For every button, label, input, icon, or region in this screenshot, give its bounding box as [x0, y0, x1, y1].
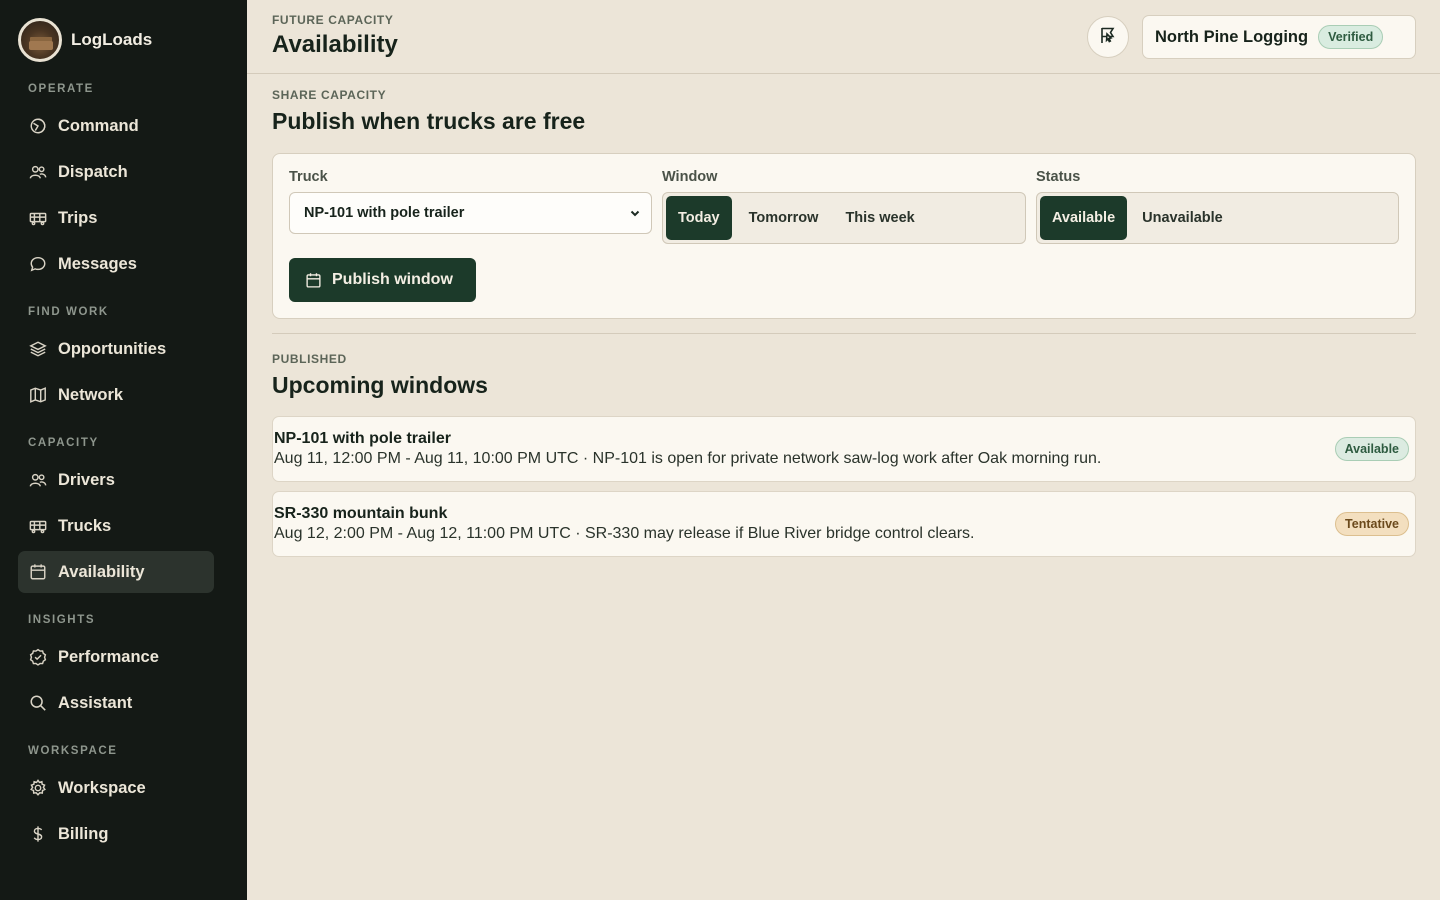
window-segmented-control: Today Tomorrow This week [662, 192, 1026, 244]
window-label: Window [662, 169, 718, 185]
dollar-icon [28, 824, 48, 844]
sidebar-item-label: Trucks [58, 516, 112, 535]
main-content: SHARE CAPACITY Publish when trucks are f… [247, 74, 1440, 900]
sidebar-item-label: Assistant [58, 693, 133, 712]
share-title: Publish when trucks are free [272, 108, 586, 134]
users-icon [28, 470, 48, 490]
calendar-icon [306, 272, 321, 288]
publish-window-label: Publish window [332, 271, 453, 288]
brand[interactable]: LogLoads [18, 18, 152, 62]
window-detail: Aug 12, 2:00 PM - Aug 12, 11:00 PM UTC ·… [274, 525, 975, 542]
org-switcher[interactable]: North Pine Logging Verified [1142, 15, 1416, 59]
sidebar-item-trucks[interactable]: Trucks [18, 505, 214, 547]
sidebar-item-label: Dispatch [58, 162, 128, 181]
status-segmented-control: Available Unavailable [1036, 192, 1399, 244]
window-option-today[interactable]: Today [666, 196, 732, 240]
published-eyebrow: PUBLISHED [272, 352, 347, 366]
brand-logo [18, 18, 62, 62]
status-badge: Available [1334, 437, 1409, 461]
published-title: Upcoming windows [272, 372, 488, 398]
calendar-icon [28, 562, 48, 582]
sidebar-item-label: Availability [58, 562, 145, 581]
publish-form-card: Truck NP-101 with pole trailer Window To… [272, 153, 1416, 319]
publish-window-button[interactable]: Publish window [289, 258, 476, 302]
chevron-down-icon [630, 210, 640, 217]
share-eyebrow: SHARE CAPACITY [272, 88, 387, 102]
truck-label: Truck [289, 169, 328, 185]
search-icon [28, 693, 48, 713]
sidebar-item-availability[interactable]: Availability [18, 551, 214, 593]
sidebar-item-label: Network [58, 385, 124, 404]
section-label-insights: INSIGHTS [28, 614, 96, 626]
window-option-this-week[interactable]: This week [833, 196, 926, 240]
sidebar-item-performance[interactable]: Performance [18, 636, 214, 678]
sidebar-item-workspace[interactable]: Workspace [18, 767, 214, 809]
flag-icon [1098, 25, 1118, 50]
section-divider [272, 333, 1416, 334]
map-icon [28, 385, 48, 405]
section-label-find-work: FIND WORK [28, 306, 109, 318]
feedback-button[interactable] [1087, 16, 1129, 58]
sidebar-item-opportunities[interactable]: Opportunities [18, 328, 214, 370]
section-label-operate: OPERATE [28, 83, 94, 95]
sidebar-item-label: Command [58, 116, 139, 135]
sidebar-item-assistant[interactable]: Assistant [18, 682, 214, 724]
verified-badge: Verified [1318, 25, 1384, 49]
section-label-capacity: CAPACITY [28, 437, 99, 449]
status-badge: Tentative [1335, 512, 1409, 536]
list-item[interactable]: NP-101 with pole trailer Aug 11, 12:00 P… [272, 416, 1416, 482]
status-option-available[interactable]: Available [1040, 196, 1128, 240]
sidebar-item-command[interactable]: Command [18, 105, 214, 147]
status-option-unavailable[interactable]: Unavailable [1130, 196, 1235, 240]
sidebar-item-label: Drivers [58, 470, 115, 489]
sidebar-item-label: Opportunities [58, 339, 167, 358]
sidebar-item-network[interactable]: Network [18, 374, 214, 416]
top-bar: FUTURE CAPACITY Availability North Pine … [247, 0, 1440, 74]
truck-icon [28, 208, 48, 228]
truck-select-value: NP-101 with pole trailer [304, 205, 465, 221]
sidebar: LogLoads OPERATE Command Dispatch Trips … [0, 0, 247, 900]
status-label: Status [1036, 169, 1081, 185]
window-truck-name: NP-101 with pole trailer [274, 430, 451, 447]
sidebar-item-dispatch[interactable]: Dispatch [18, 151, 214, 193]
truck-select[interactable]: NP-101 with pole trailer [289, 192, 652, 234]
list-item[interactable]: SR-330 mountain bunk Aug 12, 2:00 PM - A… [272, 491, 1416, 557]
users-icon [28, 162, 48, 182]
command-icon [28, 116, 48, 136]
sidebar-item-messages[interactable]: Messages [18, 243, 214, 285]
window-truck-name: SR-330 mountain bunk [274, 505, 448, 522]
sidebar-item-trips[interactable]: Trips [18, 197, 214, 239]
gear-icon [28, 778, 48, 798]
layers-icon [28, 339, 48, 359]
sidebar-item-label: Workspace [58, 778, 146, 797]
sidebar-item-label: Billing [58, 824, 109, 843]
org-name: North Pine Logging [1155, 27, 1309, 46]
window-option-tomorrow[interactable]: Tomorrow [735, 196, 833, 240]
brand-name: LogLoads [71, 30, 153, 49]
badge-check-icon [28, 647, 48, 667]
sidebar-item-label: Trips [58, 208, 98, 227]
sidebar-item-billing[interactable]: Billing [18, 813, 214, 855]
section-label-workspace: WORKSPACE [28, 745, 118, 757]
sidebar-item-label: Performance [58, 647, 159, 666]
page-eyebrow: FUTURE CAPACITY [272, 13, 394, 27]
message-icon [28, 254, 48, 274]
sidebar-item-label: Messages [58, 254, 137, 273]
window-detail: Aug 11, 12:00 PM - Aug 11, 10:00 PM UTC … [274, 450, 1102, 467]
page-title: Availability [272, 31, 398, 58]
sidebar-item-drivers[interactable]: Drivers [18, 459, 214, 501]
truck-icon [28, 516, 48, 536]
